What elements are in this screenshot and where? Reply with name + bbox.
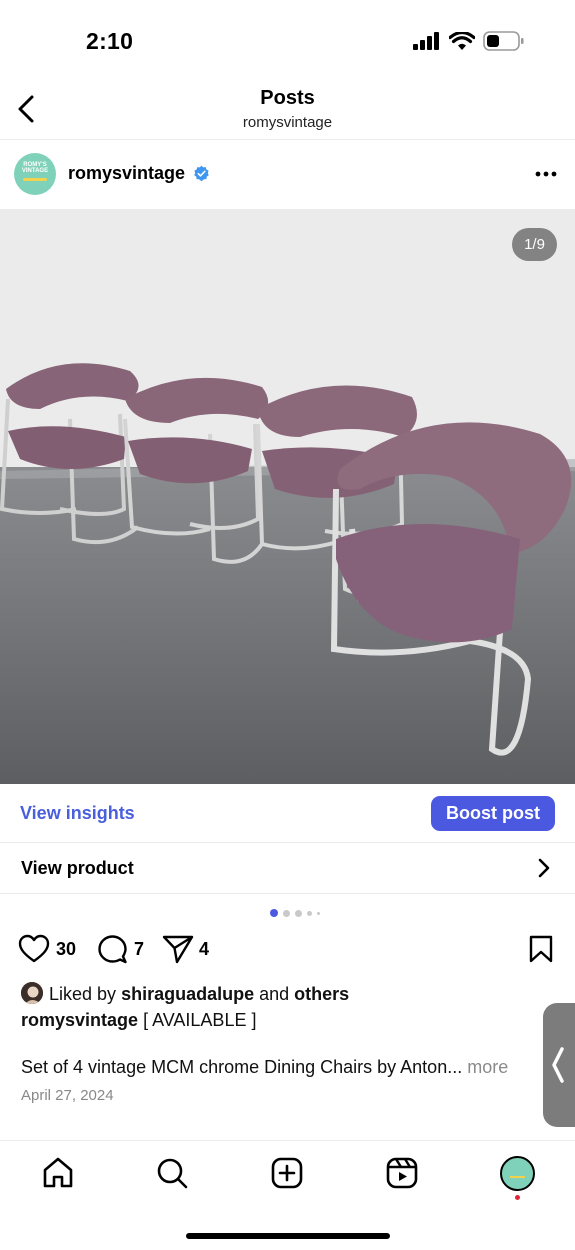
caption-line: romysvintage [ AVAILABLE ] xyxy=(21,1010,256,1031)
header-divider xyxy=(0,139,575,140)
carousel-dot xyxy=(317,911,320,915)
nav-divider xyxy=(0,1140,575,1141)
side-panel-handle[interactable] xyxy=(543,1003,575,1127)
heart-icon[interactable] xyxy=(18,934,50,964)
product-divider xyxy=(0,893,575,894)
liked-by-username[interactable]: shiraguadalupe xyxy=(121,984,254,1004)
profile-avatar-stripe xyxy=(510,1176,525,1178)
reels-icon[interactable] xyxy=(385,1156,419,1190)
carousel-dot xyxy=(283,909,290,917)
chevron-right-icon xyxy=(538,858,550,878)
verified-badge-icon xyxy=(194,165,209,182)
post-photo[interactable] xyxy=(0,209,575,784)
liked-prefix: Liked by xyxy=(49,984,117,1004)
carousel-dot-active xyxy=(270,909,278,917)
carousel-dot xyxy=(307,910,312,916)
search-icon[interactable] xyxy=(155,1156,189,1190)
like-count[interactable]: 30 xyxy=(56,939,76,960)
bookmark-icon[interactable] xyxy=(528,934,554,964)
caption-author[interactable]: romysvintage xyxy=(21,1010,138,1030)
chevron-left-icon xyxy=(552,1047,564,1083)
notification-dot xyxy=(515,1195,520,1200)
author-username[interactable]: romysvintage xyxy=(68,163,185,184)
avatar-logo-stripe xyxy=(23,178,47,181)
more-options-icon[interactable] xyxy=(534,164,558,184)
wifi-icon xyxy=(449,31,475,50)
send-icon[interactable] xyxy=(162,934,194,964)
battery-icon xyxy=(483,31,524,51)
home-indicator xyxy=(186,1233,390,1239)
image-counter-badge: 1/9 xyxy=(512,228,557,261)
create-post-icon[interactable] xyxy=(270,1156,304,1190)
post-date: April 27, 2024 xyxy=(21,1087,114,1104)
caption-text: [ AVAILABLE ] xyxy=(143,1010,257,1030)
liked-and: and xyxy=(259,984,290,1004)
share-count[interactable]: 4 xyxy=(199,939,209,960)
liked-by-others[interactable]: others xyxy=(294,984,349,1004)
status-icons xyxy=(413,31,525,51)
comment-count[interactable]: 7 xyxy=(134,939,144,960)
page-title: Posts xyxy=(260,87,315,109)
signal-icon xyxy=(413,32,439,50)
status-time: 2:10 xyxy=(86,28,134,54)
description-text: Set of 4 vintage MCM chrome Dining Chair… xyxy=(21,1057,463,1077)
liked-by-text: Liked by shiraguadalupe and others xyxy=(49,984,349,1005)
more-link[interactable]: more xyxy=(467,1057,508,1077)
caption-description: Set of 4 vintage MCM chrome Dining Chair… xyxy=(21,1057,508,1078)
chairs-illustration xyxy=(0,209,575,784)
profile-tab-avatar[interactable] xyxy=(500,1156,535,1191)
page-subtitle: romysvintage xyxy=(242,114,333,131)
avatar-logo-text: ROMY'S VINTAGE xyxy=(21,162,49,174)
view-product-label: View product xyxy=(21,858,134,878)
carousel-dots xyxy=(270,909,320,917)
view-insights-link[interactable]: View insights xyxy=(20,803,135,824)
home-icon[interactable] xyxy=(41,1156,75,1190)
carousel-dot xyxy=(295,909,302,917)
author-avatar[interactable]: ROMY'S VINTAGE xyxy=(14,153,56,195)
liked-by-avatar[interactable] xyxy=(21,982,43,1004)
liked-user-avatar-image xyxy=(21,982,43,1004)
boost-post-button[interactable]: Boost post xyxy=(431,796,555,831)
comment-icon[interactable] xyxy=(97,934,128,965)
